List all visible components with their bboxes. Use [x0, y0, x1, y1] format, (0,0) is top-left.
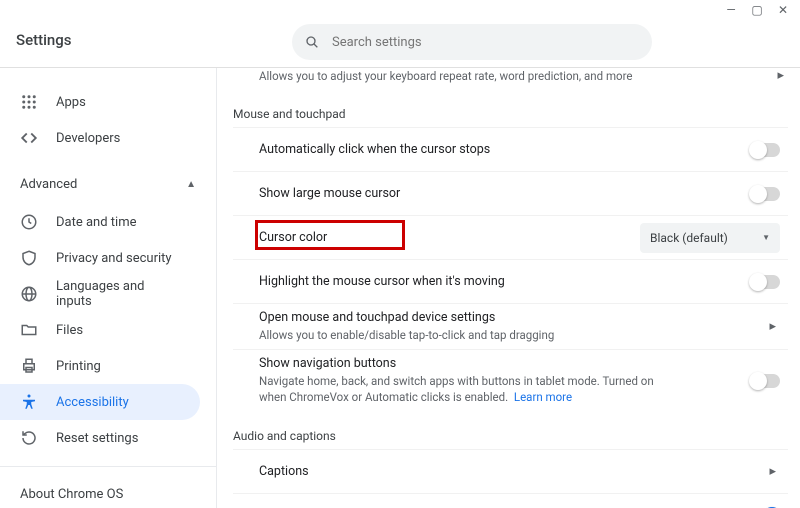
accessibility-icon	[20, 393, 38, 411]
cursor-color-select[interactable]: Black (default) ▼	[640, 223, 780, 253]
shield-icon	[20, 249, 38, 267]
sidebar-item-label: Accessibility	[56, 395, 129, 410]
row-large-cursor: Show large mouse cursor	[233, 171, 788, 215]
large-cursor-toggle[interactable]	[750, 187, 780, 201]
nav-buttons-sub: Navigate home, back, and switch apps wit…	[259, 373, 679, 405]
sidebar-item-reset[interactable]: Reset settings	[0, 420, 200, 456]
device-settings-sub: Allows you to enable/disable tap-to-clic…	[259, 327, 554, 343]
highlight-annotation	[255, 220, 405, 250]
autoclick-toggle[interactable]	[750, 143, 780, 157]
dropdown-arrow-icon: ▼	[762, 233, 770, 242]
row-autoclick: Automatically click when the cursor stop…	[233, 127, 788, 171]
sidebar-item-about[interactable]: About Chrome OS	[0, 477, 216, 508]
chevron-right-icon: ▸	[769, 319, 780, 334]
clock-icon	[20, 213, 38, 231]
nav-buttons-label: Show navigation buttons	[259, 356, 679, 371]
advanced-toggle[interactable]: Advanced ▲	[0, 164, 216, 204]
advanced-label: Advanced	[20, 177, 77, 192]
sidebar-item-printing[interactable]: Printing	[0, 348, 200, 384]
sidebar-item-privacy[interactable]: Privacy and security	[0, 240, 200, 276]
row-captions[interactable]: Captions ▸	[233, 449, 788, 493]
sidebar-item-files[interactable]: Files	[0, 312, 200, 348]
chevron-right-icon[interactable]: ▸	[777, 68, 788, 83]
reset-icon	[20, 429, 38, 447]
device-settings-label: Open mouse and touchpad device settings	[259, 310, 554, 325]
nav-buttons-toggle[interactable]	[750, 374, 780, 388]
search-icon	[304, 34, 320, 50]
content-pane[interactable]: Allows you to adjust your keyboard repea…	[216, 68, 800, 508]
row-highlight-cursor: Highlight the mouse cursor when it's mov…	[233, 259, 788, 303]
folder-icon	[20, 321, 38, 339]
sidebar-item-languages[interactable]: Languages and inputs	[0, 276, 200, 312]
sidebar-item-developers[interactable]: Developers	[0, 120, 200, 156]
search-input[interactable]	[332, 35, 640, 50]
captions-label: Captions	[259, 464, 309, 479]
section-audio-title: Audio and captions	[233, 429, 788, 443]
search-box[interactable]	[292, 24, 652, 60]
sidebar-item-label: Printing	[56, 359, 101, 374]
keyboard-subtitle: Allows you to adjust your keyboard repea…	[259, 69, 632, 83]
sidebar-item-label: Apps	[56, 95, 86, 110]
row-mono-audio: Play the same audio through all speakers…	[233, 493, 788, 508]
printer-icon	[20, 357, 38, 375]
sidebar-item-date-time[interactable]: Date and time	[0, 204, 200, 240]
sidebar-item-label: Files	[56, 323, 83, 338]
chevron-up-icon: ▲	[186, 179, 196, 190]
section-mouse-title: Mouse and touchpad	[233, 107, 788, 121]
sidebar: Apps Developers Advanced ▲ Date and time…	[0, 68, 216, 508]
learn-more-link[interactable]: Learn more	[514, 390, 572, 404]
sidebar-item-apps[interactable]: Apps	[0, 84, 200, 120]
highlight-cursor-toggle[interactable]	[750, 275, 780, 289]
sidebar-item-label: Reset settings	[56, 431, 138, 446]
sidebar-item-label: Developers	[56, 131, 120, 146]
row-device-settings[interactable]: Open mouse and touchpad device settings …	[233, 303, 788, 349]
globe-icon	[20, 285, 38, 303]
page-title: Settings	[16, 31, 72, 49]
sidebar-item-label: Date and time	[56, 215, 137, 230]
autoclick-label: Automatically click when the cursor stop…	[259, 142, 490, 157]
code-icon	[20, 129, 38, 147]
sidebar-item-label: Privacy and security	[56, 251, 172, 266]
cursor-color-value: Black (default)	[650, 231, 728, 245]
divider	[0, 466, 216, 467]
row-nav-buttons: Show navigation buttons Navigate home, b…	[233, 349, 788, 411]
row-cursor-color: Cursor color Black (default) ▼	[233, 215, 788, 259]
sidebar-item-accessibility[interactable]: Accessibility	[0, 384, 200, 420]
large-cursor-label: Show large mouse cursor	[259, 186, 400, 201]
apps-icon	[20, 93, 38, 111]
highlight-cursor-label: Highlight the mouse cursor when it's mov…	[259, 274, 505, 289]
sidebar-item-label: Languages and inputs	[56, 279, 180, 309]
chevron-right-icon: ▸	[769, 464, 780, 479]
